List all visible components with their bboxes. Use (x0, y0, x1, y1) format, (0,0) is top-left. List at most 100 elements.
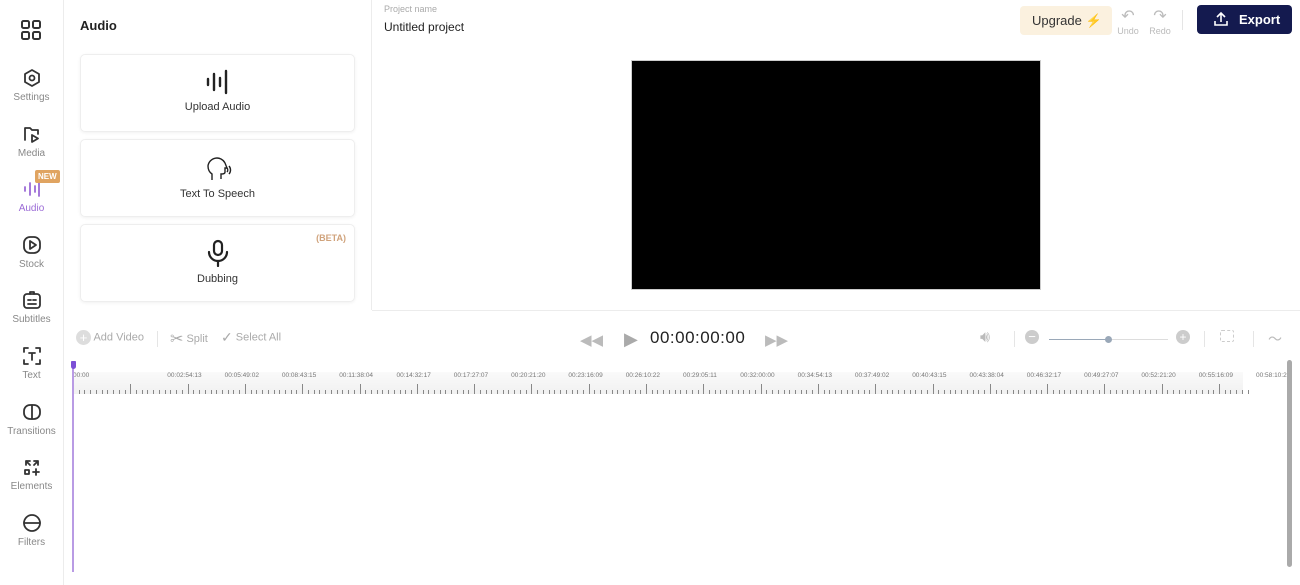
timeline-tick (279, 390, 281, 394)
timeline-tick (468, 390, 470, 394)
timeline-ruler[interactable]: 00:00 00:02:54:13 00:05:49:02 00:08:43:15 00… (73, 372, 1290, 394)
timeline-tick (961, 390, 963, 394)
timeline-label: 00:49:27:07 (1084, 372, 1119, 379)
timeline-tick (1213, 390, 1215, 394)
timeline-tick (966, 390, 968, 394)
timeline-tick (1173, 390, 1175, 394)
apps-grid-icon[interactable] (21, 20, 42, 46)
timeline-tick (915, 390, 917, 394)
timeline-tick (806, 390, 808, 394)
timeline-tick (1006, 390, 1008, 394)
sidebar-item-filters[interactable]: Filters (0, 513, 63, 563)
timeline-label: 00:37:49:02 (854, 372, 890, 379)
fit-timeline-icon[interactable] (1220, 330, 1234, 342)
timeline-tick (376, 390, 378, 394)
sidebar-item-label: Filters (17, 536, 46, 548)
beta-tag: (BETA) (316, 233, 346, 243)
timeline-tick (433, 390, 435, 394)
sidebar-item-media[interactable]: Media (0, 124, 63, 174)
timeline-tick (285, 390, 286, 394)
timeline-tick (1041, 390, 1043, 394)
timeline-tick (680, 390, 682, 394)
play-icon[interactable]: ▶ (624, 329, 638, 350)
timeline-tick (697, 390, 699, 394)
divider (1014, 331, 1015, 347)
timeline-tick (869, 390, 871, 394)
timeline-tick (760, 384, 762, 394)
sidebar-item-subtitles[interactable]: Subtitles (0, 290, 63, 340)
zoom-in-icon[interactable]: + (1176, 330, 1190, 344)
project-name-input[interactable]: Untitled project (384, 20, 464, 34)
timeline-tick (313, 390, 315, 394)
timeline-tick (577, 390, 579, 394)
timeline-tick (754, 390, 756, 394)
playhead-handle[interactable] (71, 361, 76, 369)
timeline-tick (1236, 390, 1238, 394)
timeline-tick (932, 384, 934, 394)
zoom-slider[interactable] (1049, 336, 1168, 343)
timeline-tick (1098, 390, 1100, 394)
sidebar-item-transitions[interactable]: Transitions (0, 402, 63, 452)
timeline-tick (938, 390, 940, 394)
zoom-slider-handle[interactable] (1105, 336, 1112, 343)
timeline-tick (84, 390, 86, 394)
timeline-tick (1161, 384, 1163, 394)
project-name-label: Project name (384, 4, 438, 14)
sidebar-item-audio[interactable]: Audio (0, 179, 63, 229)
text-to-speech-card[interactable]: Text To Speech (80, 139, 355, 217)
timeline-tick (623, 390, 625, 394)
select-all-button[interactable]: ✓ Select All (221, 329, 281, 346)
zoom-out-icon[interactable]: − (1025, 330, 1039, 344)
timeline-tick (1155, 390, 1157, 394)
timeline-tick (95, 390, 97, 394)
timeline-tick (1047, 384, 1049, 394)
timeline-scrollbar[interactable] (1287, 360, 1292, 567)
check-icon: ✓ (221, 329, 233, 345)
rewind-icon[interactable]: ◀◀ (580, 331, 603, 349)
add-video-button[interactable]: + Add Video (76, 330, 144, 345)
timeline-label: 00:29:05:11 (683, 372, 717, 379)
timeline-tick (731, 390, 733, 394)
timeline-tick (1201, 390, 1203, 394)
timeline-tick (720, 390, 722, 394)
timeline-label: 00:23:16:09 (568, 372, 603, 379)
upgrade-label: Upgrade (1032, 13, 1082, 28)
timeline-tick (886, 390, 888, 394)
video-preview[interactable] (631, 60, 1041, 290)
upgrade-button[interactable]: Upgrade ⚡ (1020, 6, 1112, 35)
timeline-tick (714, 390, 716, 394)
timeline-tick (101, 390, 103, 394)
timeline-tick (571, 390, 573, 394)
fast-forward-icon[interactable]: ▶▶ (765, 331, 788, 349)
timeline-label: 00:05:49:02 (224, 372, 259, 379)
redo-button[interactable]: ↷ Redo (1145, 6, 1175, 36)
undo-button[interactable]: ↶ Undo (1113, 6, 1143, 36)
export-button[interactable]: Export (1197, 5, 1292, 34)
timeline-tick (290, 390, 292, 394)
timeline-tick (840, 390, 842, 394)
waveform-toggle-icon[interactable]: 〜 (1268, 329, 1282, 349)
sidebar-item-text[interactable]: Text (0, 346, 63, 396)
timeline-tick (542, 390, 544, 394)
undo-label: Undo (1117, 26, 1139, 36)
timeline-tick (130, 384, 132, 394)
timeline-tick (800, 390, 802, 394)
sidebar-item-label: Settings (13, 92, 50, 103)
split-button[interactable]: ✂ Split (170, 329, 208, 349)
timeline-tick (262, 390, 264, 394)
timeline-tick (789, 390, 791, 394)
timeline-label: 00:02:54:13 (167, 372, 202, 379)
sidebar-item-elements[interactable]: Elements (0, 457, 63, 507)
timeline-tick (926, 390, 928, 394)
volume-icon[interactable]: 🔊︎ (980, 329, 990, 347)
select-all-label: Select All (235, 331, 282, 344)
upload-audio-card[interactable]: Upload Audio (80, 54, 355, 132)
sidebar-item-stock[interactable]: Stock (0, 235, 63, 285)
upload-icon (1214, 11, 1228, 26)
timeline-tick (772, 390, 774, 394)
playhead[interactable] (72, 362, 74, 572)
media-icon (23, 126, 39, 143)
timeline-tick (78, 390, 80, 394)
sidebar-item-settings[interactable]: Settings (0, 68, 63, 118)
dubbing-card[interactable]: (BETA) Dubbing (80, 224, 355, 302)
